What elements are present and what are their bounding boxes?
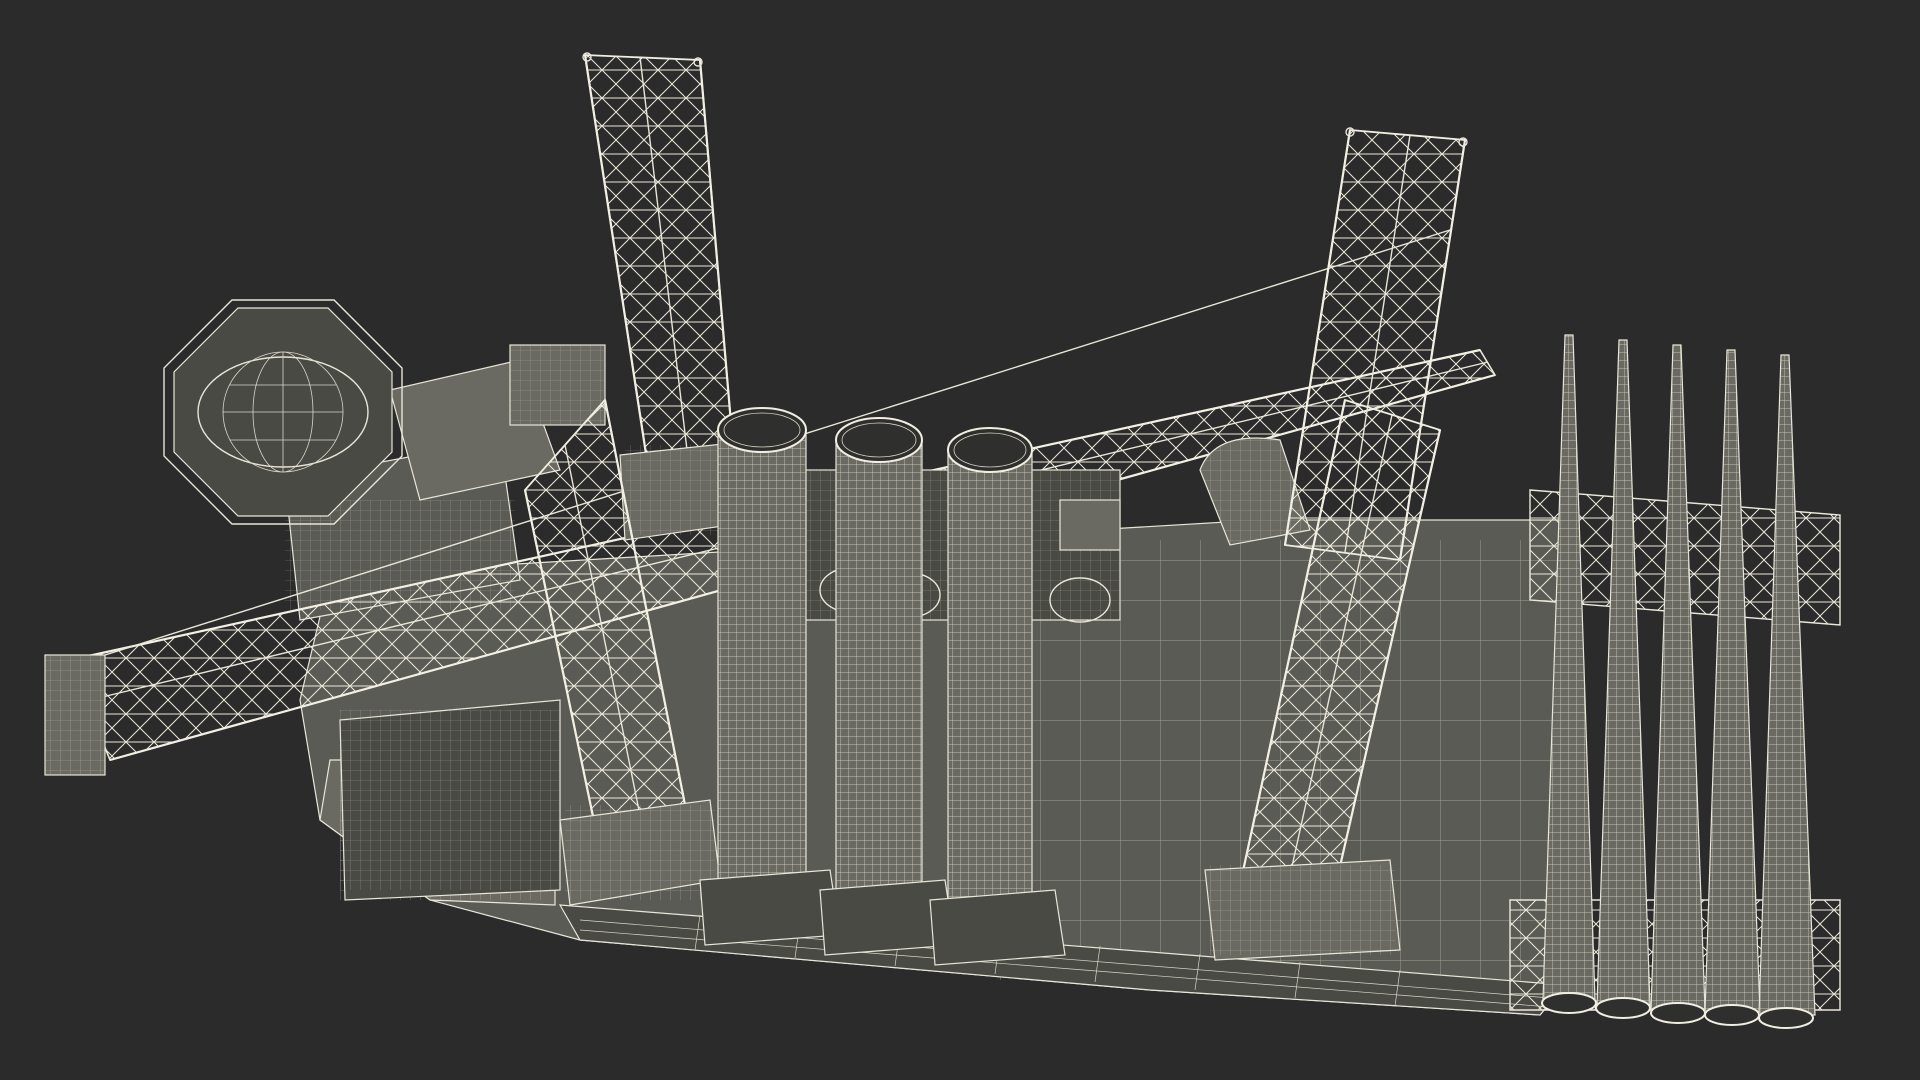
transition-piece-5 (1758, 354, 1816, 1029)
wireframe-jackup-vessel (44, 52, 1841, 1029)
transition-piece-3 (1650, 344, 1706, 1024)
transition-piece-2 (1595, 339, 1651, 1019)
render-viewport (0, 0, 1920, 1080)
transition-piece-4 (1704, 349, 1761, 1026)
